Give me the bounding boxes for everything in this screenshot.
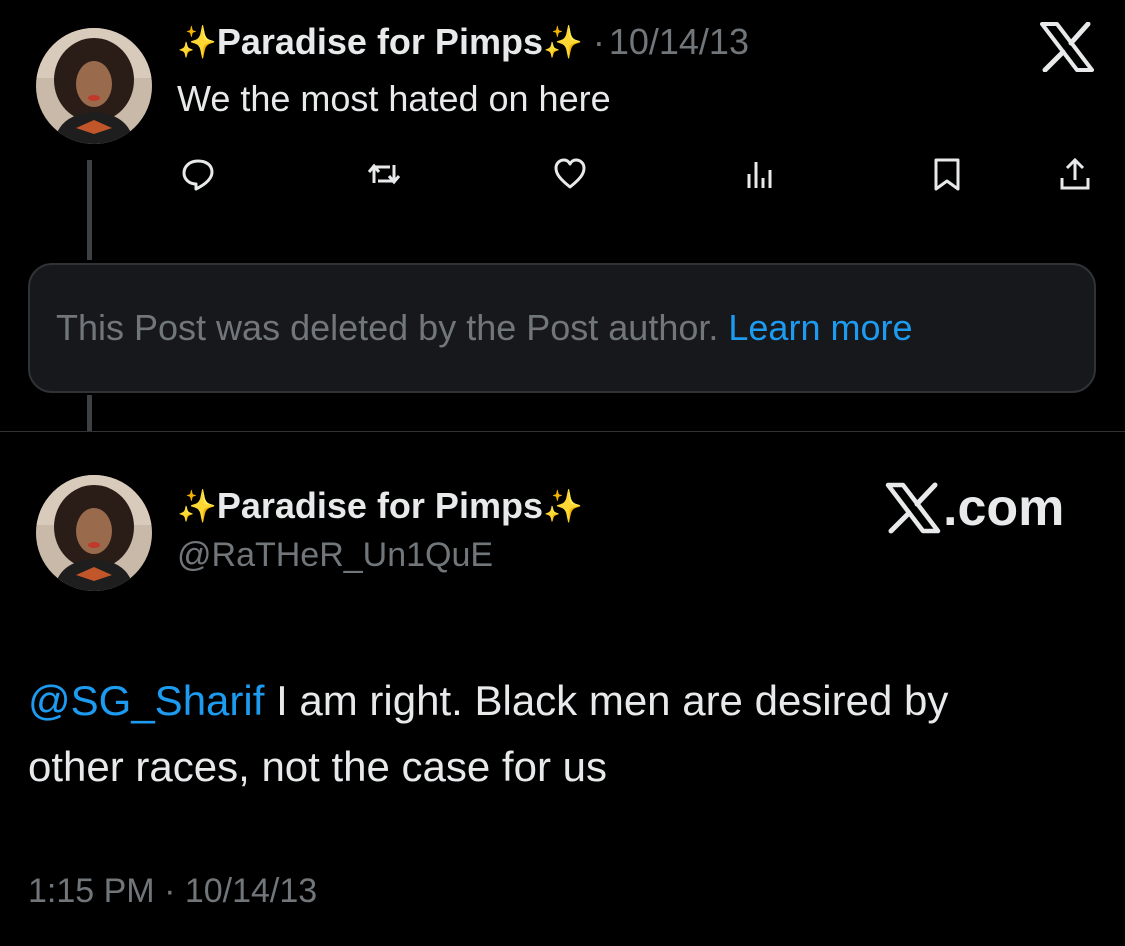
x-logo-icon — [1040, 21, 1094, 73]
display-name-text: Paradise for Pimps — [216, 485, 543, 526]
display-name[interactable]: ✨ Paradise for Pimps ✨ — [177, 484, 583, 528]
avatar[interactable] — [36, 475, 152, 591]
x-com-brand: .com — [885, 478, 1064, 538]
display-name[interactable]: ✨ Paradise for Pimps ✨ — [177, 21, 583, 63]
display-name-text: Paradise for Pimps — [216, 21, 543, 62]
sparkles-icon: ✨ — [542, 488, 583, 524]
tweet-body-line1: I am right. Black men are desired by — [264, 677, 949, 724]
brand-domain: .com — [943, 479, 1065, 537]
x-logo-icon — [885, 482, 941, 534]
bookmark-icon[interactable] — [925, 152, 969, 196]
thread-line-upper — [87, 160, 92, 260]
avatar-photo — [36, 475, 152, 591]
display-name-group: ✨ Paradise for Pimps ✨ — [177, 485, 583, 527]
avatar[interactable] — [36, 28, 152, 144]
tweet-date[interactable]: 10/14/13 — [609, 21, 749, 63]
repost-icon[interactable] — [362, 152, 406, 196]
share-icon[interactable] — [1053, 152, 1097, 196]
tweet-body: @SG_Sharif I am right. Black men are des… — [28, 668, 1098, 800]
tweet-body-line2: other races, not the case for us — [28, 743, 607, 790]
learn-more-link[interactable]: Learn more — [728, 307, 912, 349]
separator-dot: · — [592, 21, 605, 62]
sparkles-icon: ✨ — [542, 24, 583, 60]
reply-icon[interactable] — [176, 152, 220, 196]
mention-link[interactable]: @SG_Sharif — [28, 677, 264, 724]
deleted-post-text: This Post was deleted by the Post author… — [56, 307, 719, 348]
tweet-timestamp: 1:15 PM · 10/14/13 — [28, 872, 318, 910]
avatar-photo — [36, 28, 152, 144]
views-icon[interactable] — [737, 152, 781, 196]
sparkles-icon: ✨ — [177, 488, 217, 524]
like-icon[interactable] — [548, 152, 592, 196]
thread-line-lower — [87, 395, 92, 431]
tweet-header: ✨ Paradise for Pimps ✨ · 10/14/13 — [177, 20, 749, 64]
user-handle[interactable]: @RaTHeR_Un1QuE — [177, 536, 493, 575]
sparkles-icon: ✨ — [177, 24, 217, 60]
divider — [0, 431, 1125, 432]
deleted-post-notice: This Post was deleted by the Post author… — [28, 263, 1096, 393]
tweet-text: We the most hated on here — [177, 78, 611, 119]
